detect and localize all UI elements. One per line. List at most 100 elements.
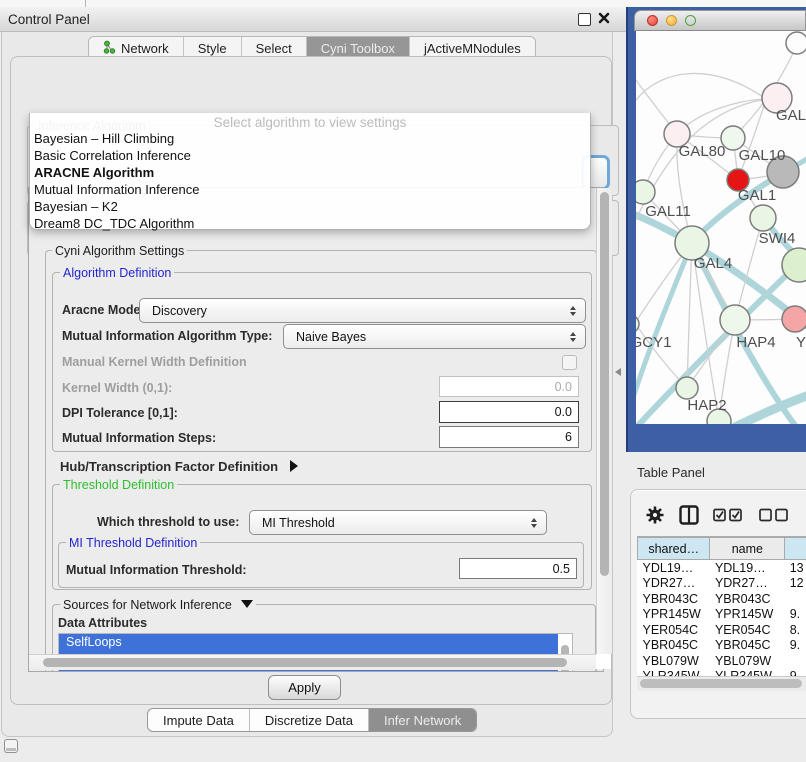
data-attributes-label: Data Attributes [58, 616, 147, 630]
table-panel-title: Table Panel [637, 465, 705, 480]
mi-threshold-definition-title: MI Threshold Definition [66, 536, 200, 550]
column-layout-icon[interactable] [679, 505, 699, 530]
algorithm-option[interactable]: Bayesian – K2 [30, 198, 590, 215]
table-cell: 9. [785, 607, 806, 623]
column-header[interactable]: name [710, 538, 785, 560]
network-node[interactable] [636, 180, 655, 204]
float-window-icon[interactable] [578, 13, 591, 26]
aracne-mode-label: Aracne Mode: [62, 303, 145, 317]
zoom-traffic-light-icon[interactable] [685, 15, 696, 26]
splitter-grip-icon[interactable] [615, 368, 621, 376]
kernel-width-label: Kernel Width (0,1): [62, 381, 172, 395]
network-node[interactable] [786, 32, 806, 54]
sources-group-title[interactable]: Sources for Network Inference [60, 598, 256, 612]
table-row[interactable]: YER054CYER054C8. [638, 622, 806, 638]
node-label: GAL [776, 107, 806, 124]
table-cell: YER054C [710, 622, 785, 638]
table-cell [785, 653, 806, 669]
network-icon [103, 40, 116, 57]
mi-threshold-label: Mutual Information Threshold: [66, 563, 247, 577]
node-table[interactable]: shared…nameAYDL19…YDL19…13YDR27…YDR27…12… [637, 536, 806, 677]
dpi-tolerance-field[interactable] [439, 401, 579, 423]
tab-label: jActiveMNodules [424, 41, 521, 56]
network-node[interactable] [750, 205, 776, 231]
manual-kernel-width-checkbox[interactable] [562, 355, 577, 370]
tab-discretize-data[interactable]: Discretize Data [250, 709, 369, 731]
mi-steps-field[interactable] [439, 426, 579, 448]
network-window-titlebar[interactable] [634, 10, 806, 31]
close-icon[interactable] [597, 11, 611, 25]
table-cell: YDL19… [710, 560, 785, 576]
table-row[interactable]: YPR145WYPR145W9. [638, 607, 806, 623]
node-label: GCY1 [636, 334, 671, 351]
tab-label: Style [198, 41, 227, 56]
scrollbar-corner [596, 654, 611, 669]
aracne-mode-value: Discovery [152, 304, 207, 318]
node-label: GAL11 [645, 203, 691, 220]
table-horizontal-scrollbar[interactable] [637, 676, 806, 691]
attribute-item[interactable]: SelfLoops [59, 634, 572, 652]
algorithm-option[interactable]: Basic Correlation Inference [30, 147, 590, 164]
table-row[interactable]: YDR27…YDR27…12 [638, 576, 806, 592]
table-cell: YDR27… [710, 576, 785, 592]
expanded-arrow-icon [241, 600, 253, 608]
table-cell: YDR27… [638, 576, 710, 592]
manual-kernel-width-label: Manual Kernel Width Definition [62, 355, 247, 369]
algorithm-dropdown-popup: Select algorithm to view settings Bayesi… [29, 113, 591, 230]
table-row[interactable]: YDL19…YDL19…13 [638, 560, 806, 576]
settings-horizontal-scrollbar[interactable] [29, 654, 596, 670]
node-label: Y [796, 334, 806, 351]
algorithm-option[interactable]: Bayesian – Hill Climbing [30, 130, 590, 147]
which-threshold-combobox[interactable]: MI Threshold [249, 510, 547, 535]
aracne-mode-combobox[interactable]: Discovery [139, 298, 586, 323]
node-label: SWI4 [759, 230, 796, 247]
tab-infer-network[interactable]: Infer Network [369, 709, 476, 731]
network-node[interactable] [676, 377, 698, 399]
collapsed-arrow-icon [290, 460, 298, 472]
node-label: HAP4 [736, 334, 775, 351]
algorithm-option[interactable]: ARACNE Algorithm [30, 164, 590, 181]
node-label: HAP2 [687, 397, 726, 414]
algorithm-option[interactable]: Mutual Information Inference [30, 181, 590, 198]
network-node[interactable] [720, 305, 750, 335]
threshold-definition-title: Threshold Definition [60, 478, 177, 492]
algorithm-option[interactable]: Dream8 DC_TDC Algorithm [30, 215, 590, 232]
column-header[interactable]: shared… [638, 538, 710, 560]
mi-threshold-field[interactable] [459, 558, 577, 579]
table-cell: 9. [785, 638, 806, 654]
table-row[interactable]: YBR043CYBR043C [638, 591, 806, 607]
minimize-traffic-light-icon[interactable] [666, 15, 677, 26]
kernel-width-field[interactable] [439, 376, 579, 397]
table-cell: YPR145W [710, 607, 785, 623]
table-cell: YPR145W [638, 607, 710, 623]
tab-impute-data[interactable]: Impute Data [148, 709, 250, 731]
bottom-tabbar: Impute DataDiscretize DataInfer Network [147, 708, 477, 732]
gear-icon[interactable] [645, 505, 665, 530]
network-edge[interactable] [636, 73, 766, 100]
table-cell: YBR043C [710, 591, 785, 607]
table-row[interactable]: YBR045CYBR045C9. [638, 638, 806, 654]
mi-algorithm-type-combobox[interactable]: Naive Bayes [283, 324, 586, 349]
network-node[interactable] [782, 306, 806, 332]
table-cell: 8. [785, 622, 806, 638]
close-traffic-light-icon[interactable] [647, 15, 658, 26]
mi-steps-label: Mutual Information Steps: [62, 431, 216, 445]
unchecked-columns-icon[interactable] [759, 508, 791, 527]
table-row[interactable]: YBL079WYBL079W [638, 653, 806, 669]
cyni-algorithm-settings-title: Cyni Algorithm Settings [52, 244, 187, 258]
settings-scrollpane: Cyni Algorithm Settings Algorithm Defini… [28, 187, 604, 672]
algorithm-definition-title: Algorithm Definition [60, 266, 174, 280]
settings-vertical-scrollbar[interactable] [596, 188, 612, 654]
dock-panel-icon[interactable] [4, 739, 18, 753]
cyni-toolbox-panel: Inference Algorithm gal.filtered.sif def… [10, 56, 612, 705]
tab-label: Cyni Toolbox [321, 41, 395, 56]
node-label: GAL80 [679, 143, 726, 160]
hub-definition-toggle[interactable]: Hub/Transcription Factor Definition [60, 459, 298, 474]
table-cell: YBR045C [638, 638, 710, 654]
mi-algorithm-type-value: Naive Bayes [296, 330, 366, 344]
column-header[interactable]: A [785, 538, 806, 560]
checked-columns-icon[interactable] [713, 508, 745, 527]
apply-button[interactable]: Apply [268, 675, 341, 700]
network-view-canvas[interactable]: GALGAL80GAL10GAL1GAL11SWI4GAL4GCY1HAP4YH… [636, 31, 806, 424]
table-cell: YBL079W [638, 653, 710, 669]
